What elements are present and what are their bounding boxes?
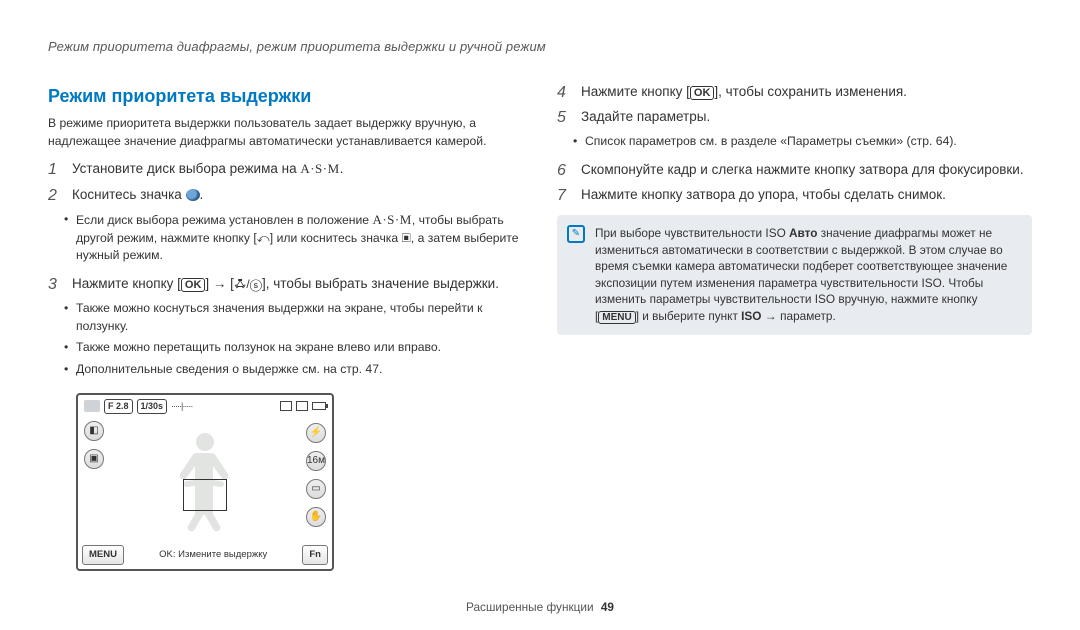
step-number: 3 (48, 275, 62, 294)
step-number: 7 (557, 186, 571, 205)
arrow-icon: → (761, 309, 780, 323)
breadcrumb: Режим приоритета диафрагмы, режим приори… (48, 38, 1032, 57)
left-column: Режим приоритета выдержки В режиме приор… (48, 83, 523, 571)
page-number: 49 (601, 600, 614, 614)
substep: Если диск выбора режима установлен в пол… (76, 211, 523, 265)
step-number: 2 (48, 186, 62, 205)
asm-icon: A·S·M (372, 212, 411, 227)
mode-disk-icon (186, 189, 200, 201)
shutter-value: 1/30s (137, 399, 168, 414)
note-text: При выборе чувствительности ISO (595, 226, 789, 240)
info-note: ✎ При выборе чувствительности ISO Авто з… (557, 215, 1032, 335)
note-text: параметр. (780, 309, 836, 323)
step-number: 5 (557, 108, 571, 127)
substep-text: ] или коснитесь значка (270, 231, 402, 245)
step-text: ] → [ (205, 276, 234, 291)
step-number: 1 (48, 160, 62, 179)
page-footer: Расширенные функции 49 (0, 599, 1080, 616)
note-text: ] и выберите пункт (636, 309, 741, 323)
stabilizer-icon: ✋ (306, 507, 326, 527)
smart-indicator-icon (84, 400, 100, 412)
substep-text: Если диск выбора режима установлен в пол… (76, 213, 372, 227)
battery-icon (312, 402, 326, 410)
step-4: 4 Нажмите кнопку [OK], чтобы сохранить и… (557, 83, 1032, 102)
step-text: Нажмите кнопку затвора до упора, чтобы с… (581, 186, 1032, 205)
size-icon: 16м (306, 451, 326, 471)
status-text: OK: Измените выдержку (159, 548, 267, 562)
step-text: . (200, 187, 204, 202)
substep: Также можно перетащить ползунок на экран… (76, 339, 523, 357)
right-column: 4 Нажмите кнопку [OK], чтобы сохранить и… (557, 83, 1032, 571)
ok-button-icon: OK (181, 278, 206, 292)
step-6: 6 Скомпонуйте кадр и слегка нажмите кноп… (557, 161, 1032, 180)
step-text: Задайте параметры. (581, 108, 1032, 127)
camera-preview: F 2.8 1/30s ·····|····· ◧ ▣ (76, 393, 523, 571)
step-text: Скомпонуйте кадр и слегка нажмите кнопку… (581, 161, 1032, 180)
step-text: Установите диск выбора режима на (72, 161, 300, 176)
mode-tile-icon: ▣ (402, 231, 411, 245)
asm-icon: A·S·M (300, 161, 339, 176)
iso-auto: Авто (789, 226, 817, 240)
fn-soft-button: Fn (302, 545, 328, 565)
step-number: 4 (557, 83, 571, 102)
storage-icon (280, 401, 292, 411)
aperture-value: F 2.8 (104, 399, 133, 414)
note-icon: ✎ (567, 225, 585, 243)
intro-text: В режиме приоритета выдержки пользовател… (48, 115, 523, 150)
step-5: 5 Задайте параметры. (557, 108, 1032, 127)
step-7: 7 Нажмите кнопку затвора до упора, чтобы… (557, 186, 1032, 205)
step-2: 2 Коснитесь значка . (48, 186, 523, 205)
ok-button-icon: OK (690, 86, 715, 100)
step-3: 3 Нажмите кнопку [OK] → [ꗈ/ⓢ], чтобы выб… (48, 275, 523, 294)
af-icon: ▭ (306, 479, 326, 499)
exposure-meter: ·····|····· (171, 400, 192, 413)
step-text: Коснитесь значка (72, 187, 186, 202)
section-title: Режим приоритета выдержки (48, 83, 523, 109)
step-text: ], чтобы выбрать значение выдержки. (262, 276, 499, 291)
menu-soft-button: MENU (82, 545, 124, 565)
flash-timer-icon: ꗈ/ⓢ (234, 277, 262, 291)
focus-area (183, 479, 227, 511)
menu-button-icon: MENU (598, 311, 635, 324)
flash-mode-icon: ⚡ (306, 423, 326, 443)
step-number: 6 (557, 161, 571, 180)
step-1: 1 Установите диск выбора режима на A·S·M… (48, 160, 523, 179)
scene-circle-icon: ▣ (84, 449, 104, 469)
step-text: Нажмите кнопку [ (581, 84, 690, 99)
iso-label: ISO (741, 309, 761, 323)
step-text: ], чтобы сохранить изменения. (714, 84, 907, 99)
substep: Также можно коснуться значения выдержки … (76, 300, 523, 335)
card-icon (296, 401, 308, 411)
substep: Список параметров см. в разделе «Парамет… (585, 133, 1032, 151)
mode-circle-icon: ◧ (84, 421, 104, 441)
step-text: Нажмите кнопку [ (72, 276, 181, 291)
back-icon: ⤺ (257, 231, 270, 245)
footer-label: Расширенные функции (466, 600, 594, 614)
substep: Дополнительные сведения о выдержке см. н… (76, 361, 523, 379)
step-text: . (340, 161, 344, 176)
